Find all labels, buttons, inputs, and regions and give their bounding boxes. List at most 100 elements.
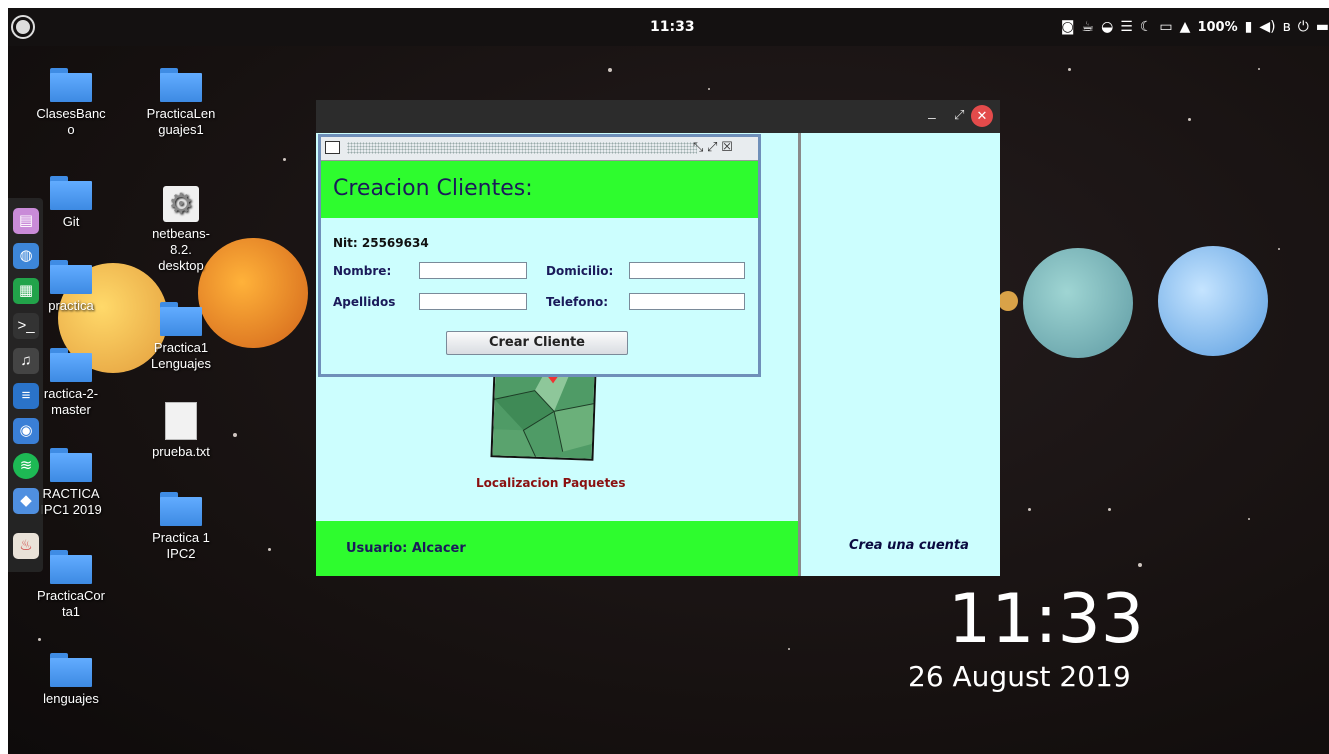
icon-label: lenguajes xyxy=(43,691,99,706)
nombre-input[interactable] xyxy=(419,262,527,279)
desktop-icon-clasesbanco[interactable]: ClasesBanc o xyxy=(26,68,116,138)
discord-icon[interactable]: ◙ xyxy=(1061,20,1075,34)
icon-label: 8.2. xyxy=(170,242,192,257)
desktop-icon-practica1-ipc2[interactable]: Practica 1 IPC2 xyxy=(136,492,226,562)
bluetooth-icon[interactable]: ʙ xyxy=(1283,20,1291,34)
user-label: Usuario: Alcacer xyxy=(346,541,466,556)
folder-icon xyxy=(160,68,202,102)
menu-icon[interactable]: ☰ xyxy=(1120,20,1133,34)
battery-percent[interactable]: 100% xyxy=(1197,20,1237,35)
star xyxy=(38,638,41,641)
star xyxy=(1108,508,1111,511)
power-icon[interactable]: ⏻ xyxy=(1298,20,1309,34)
maximize-icon[interactable]: ⤢ xyxy=(954,107,964,123)
neptune-planet-decoration xyxy=(1158,246,1268,356)
text-file-icon xyxy=(165,402,197,440)
icon-label: ta1 xyxy=(61,604,81,619)
volume-icon[interactable]: ◀) xyxy=(1259,20,1275,34)
folder-icon xyxy=(50,653,92,687)
icon-label: ClasesBanc xyxy=(36,106,106,121)
folder-icon xyxy=(50,68,92,102)
screen-icon[interactable]: ▬ xyxy=(1316,20,1329,34)
star xyxy=(708,88,710,90)
close-icon[interactable]: ✕ xyxy=(971,105,993,127)
nit-label: Nit: 25569634 xyxy=(333,236,429,250)
maximize-icon[interactable]: ⤢ xyxy=(707,139,717,154)
virtualbox-dock-icon[interactable]: ◆ xyxy=(13,488,39,514)
folder-icon xyxy=(50,550,92,584)
icon-label: Practica 1 xyxy=(152,530,210,545)
titlebar-grip xyxy=(347,142,697,154)
clock-widget-time: 11:33 xyxy=(948,580,1144,659)
folder-icon xyxy=(160,302,202,336)
writer-dock-icon[interactable]: ≡ xyxy=(13,383,39,409)
bell-icon[interactable]: ▲ xyxy=(1180,20,1191,34)
minimize-icon[interactable]: – xyxy=(928,109,936,125)
wifi-icon[interactable]: ◒ xyxy=(1101,20,1113,34)
star xyxy=(1068,68,1071,71)
star xyxy=(1258,68,1260,70)
star xyxy=(268,548,271,551)
folder-icon xyxy=(50,260,92,294)
dock: ▤ ◍ ▦ >_ ♫ ≡ ◉ ≋ ◆ ♨ xyxy=(8,198,43,572)
spotify-dock-icon[interactable]: ≋ xyxy=(13,453,39,479)
icon-label: Practica1 xyxy=(153,340,209,355)
restore-icon[interactable]: ⤡ xyxy=(693,139,703,154)
system-tray: ◙ ☕ ◒ ☰ ☾ ▭ ▲ 100% ▮ ◀) ʙ ⏻ ▬ xyxy=(1061,8,1329,46)
star xyxy=(1248,518,1250,520)
folder-icon xyxy=(50,348,92,382)
icon-label: PracticaCor xyxy=(37,588,105,603)
domicilio-input[interactable] xyxy=(629,262,745,279)
desktop-icon-practica1-lenguajes[interactable]: Practica1 Lenguajes xyxy=(136,302,226,372)
terminal-dock-icon[interactable]: >_ xyxy=(13,313,39,339)
coffee-icon[interactable]: ☕ xyxy=(1082,20,1095,34)
user-bar: Usuario: Alcacer xyxy=(316,521,798,576)
map-caption[interactable]: Localizacion Paquetes xyxy=(476,476,625,490)
telefono-input[interactable] xyxy=(629,293,745,310)
star xyxy=(1278,248,1280,250)
panel-clock[interactable]: 11:33 xyxy=(650,19,695,35)
close-icon[interactable]: ☒ xyxy=(721,139,733,154)
map-image[interactable] xyxy=(490,367,597,461)
window-icon[interactable] xyxy=(325,141,340,154)
folder-icon xyxy=(50,448,92,482)
chrome-dock-icon[interactable]: ◉ xyxy=(13,418,39,444)
desktop-icon-practicalenguajes1[interactable]: PracticaLen guajes1 xyxy=(136,68,226,138)
dialog-titlebar[interactable]: ⤡ ⤢ ☒ xyxy=(321,137,758,161)
telefono-label: Telefono: xyxy=(546,295,609,309)
desktop-icon-prueba-txt[interactable]: prueba.txt xyxy=(136,402,226,460)
night-light-icon[interactable]: ☾ xyxy=(1140,20,1153,34)
star xyxy=(608,68,612,72)
star xyxy=(283,158,286,161)
icon-label: guajes1 xyxy=(158,122,204,137)
battery-icon[interactable]: ▮ xyxy=(1245,20,1253,34)
files-dock-icon[interactable]: ▤ xyxy=(13,208,39,234)
star xyxy=(1028,508,1031,511)
icon-label: PracticaLen xyxy=(146,106,216,121)
icon-label: Lenguajes xyxy=(151,356,211,371)
folder-icon[interactable]: ▭ xyxy=(1159,20,1172,34)
star xyxy=(233,433,237,437)
activities-button[interactable] xyxy=(11,15,35,39)
star xyxy=(788,648,790,650)
music-dock-icon[interactable]: ♫ xyxy=(13,348,39,374)
desktop-icon-netbeans[interactable]: ⚙ netbeans- 8.2. desktop xyxy=(136,186,226,274)
top-panel: 11:33 ◙ ☕ ◒ ☰ ☾ ▭ ▲ 100% ▮ ◀) ʙ ⏻ ▬ xyxy=(8,8,1329,46)
apellidos-label: Apellidos xyxy=(333,295,396,309)
browser-dock-icon[interactable]: ◍ xyxy=(13,243,39,269)
create-client-button[interactable]: Crear Cliente xyxy=(446,331,628,355)
map-icon xyxy=(492,369,597,461)
create-account-link[interactable]: Crea una cuenta xyxy=(849,538,969,553)
window-titlebar[interactable]: – ⤢ ✕ xyxy=(316,100,1000,133)
dialog-heading: Creacion Clientes: xyxy=(333,176,533,201)
gear-icon: ⚙ xyxy=(163,186,199,222)
icon-label: desktop xyxy=(158,258,204,273)
java-dock-icon[interactable]: ♨ xyxy=(13,533,39,559)
icon-label: netbeans- xyxy=(152,226,210,241)
folder-icon xyxy=(50,176,92,210)
spreadsheet-dock-icon[interactable]: ▦ xyxy=(13,278,39,304)
desktop-icon-lenguajes[interactable]: lenguajes xyxy=(26,653,116,707)
domicilio-label: Domicilio: xyxy=(546,264,614,278)
apellidos-input[interactable] xyxy=(419,293,527,310)
icon-label: IPC2 xyxy=(166,546,196,561)
